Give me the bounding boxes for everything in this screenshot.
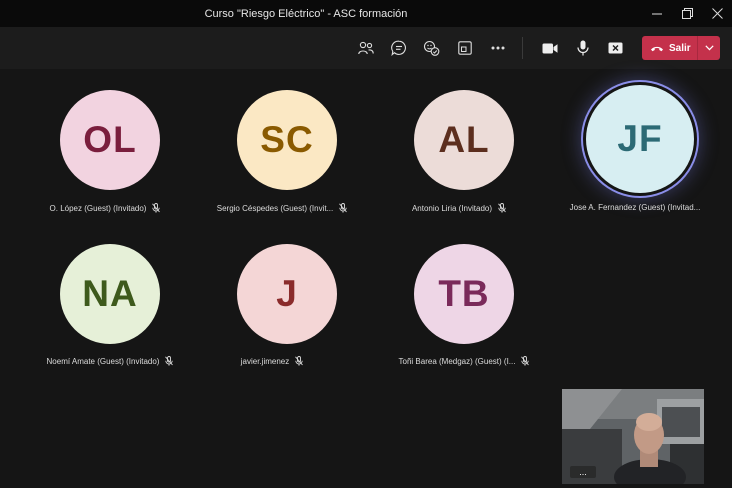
chevron-down-icon (704, 45, 714, 51)
people-icon[interactable] (349, 33, 382, 63)
share-tray-icon[interactable] (599, 33, 632, 63)
mic-muted-icon (339, 203, 348, 213)
participant-name: O. López (Guest) (Invitado) (49, 203, 147, 213)
avatar: TB (414, 244, 514, 344)
participant-tile[interactable]: SC Sergio Céspedes (Guest) (Invit... (187, 90, 357, 240)
participant-name-row: javier.jimenez (172, 356, 372, 366)
participant-name: Jose A. Fernandez (Guest) (Invitad... (569, 203, 701, 212)
mic-muted-icon (295, 356, 304, 366)
participant-tile[interactable]: TB Toñi Barea (Medgaz) (Guest) (I... (364, 244, 534, 394)
leave-main[interactable]: Salir (642, 36, 697, 60)
microphone-icon[interactable] (566, 33, 599, 63)
avatar: SC (237, 90, 337, 190)
self-view-video[interactable]: ... (562, 389, 704, 484)
leave-label: Salir (669, 42, 691, 54)
chat-icon[interactable] (382, 33, 415, 63)
more-icon[interactable] (481, 33, 514, 63)
avatar: J (237, 244, 337, 344)
title-bar: Curso "Riesgo Eléctrico" - ASC formación (0, 0, 732, 27)
participant-tile[interactable]: NA Noemí Amate (Guest) (Invitado) (10, 244, 180, 394)
meeting-toolbar: Salir (0, 27, 732, 69)
participant-name: javier.jimenez (240, 356, 290, 366)
avatar: OL (60, 90, 160, 190)
participant-name-row: Jose A. Fernandez (Guest) (Invitad... (535, 203, 732, 212)
window-controls (642, 0, 732, 27)
participant-name: Noemí Amate (Guest) (Invitado) (46, 356, 160, 366)
participant-name-row: Toñi Barea (Medgaz) (Guest) (I... (354, 356, 574, 366)
mic-muted-icon (498, 203, 506, 213)
participant-name: Sergio Céspedes (Guest) (Invit... (216, 203, 334, 213)
participant-name: Antonio Liria (Invitado) (411, 203, 493, 213)
self-view-more-button[interactable]: ... (570, 466, 596, 478)
leave-options-button[interactable] (697, 36, 720, 60)
mic-muted-icon (521, 356, 530, 366)
mic-muted-icon (152, 203, 161, 213)
participant-tile[interactable]: OL O. López (Guest) (Invitado) (10, 90, 180, 240)
participant-name-row: Antonio Liria (Invitado) (359, 203, 559, 213)
participant-name: Toñi Barea (Medgaz) (Guest) (I... (398, 356, 516, 366)
minimize-icon[interactable] (642, 0, 672, 27)
avatar: JF (586, 85, 694, 193)
leave-button[interactable]: Salir (642, 36, 720, 60)
camera-icon[interactable] (533, 33, 566, 63)
window-title: Curso "Riesgo Eléctrico" - ASC formación (204, 7, 408, 20)
participant-tile[interactable]: JF Jose A. Fernandez (Guest) (Invitad... (540, 85, 730, 235)
avatar: AL (414, 90, 514, 190)
avatar: NA (60, 244, 160, 344)
close-icon[interactable] (702, 0, 732, 27)
reactions-icon[interactable] (415, 33, 448, 63)
toolbar-divider (522, 37, 523, 59)
participant-tile[interactable]: AL Antonio Liria (Invitado) (364, 90, 534, 240)
phone-hangup-icon (651, 46, 663, 51)
share-screen-icon[interactable] (448, 33, 481, 63)
restore-icon[interactable] (672, 0, 702, 27)
participant-tile[interactable]: J javier.jimenez (187, 244, 357, 394)
